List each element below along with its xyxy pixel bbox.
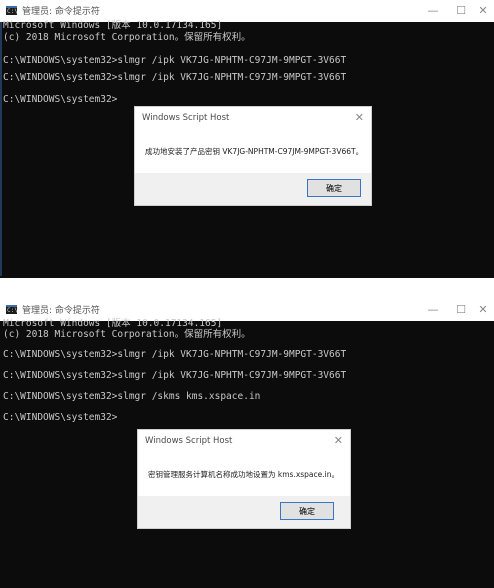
script-host-dialog: Windows Script Host ✕ 密钥管理服务计算机名称成功地设置为 … bbox=[137, 429, 351, 529]
console-prompt: C:\WINDOWS\system32> bbox=[3, 412, 118, 423]
ok-button[interactable]: 确定 bbox=[307, 179, 361, 197]
console-prompt: C:\WINDOWS\system32> bbox=[3, 94, 118, 105]
close-button[interactable]: ✕ bbox=[472, 301, 494, 319]
dialog-close-icon[interactable]: ✕ bbox=[355, 111, 364, 124]
console-line: C:\WINDOWS\system32>slmgr /ipk VK7JG-NPH… bbox=[3, 370, 347, 381]
dialog-message: 成功地安装了产品密钥 VK7JG-NPHTM-C97JM-9MPGT-3V66T… bbox=[145, 147, 364, 156]
script-host-dialog: Windows Script Host ✕ 成功地安装了产品密钥 VK7JG-N… bbox=[134, 106, 372, 206]
title-bar[interactable]: C:\ 管理员: 命令提示符 — ☐ ✕ bbox=[0, 0, 494, 22]
console-line: (c) 2018 Microsoft Corporation。保留所有权利。 bbox=[3, 329, 251, 340]
cmd-icon: C:\ bbox=[6, 6, 18, 15]
cmd-icon: C:\ bbox=[6, 305, 18, 314]
window-title: 管理员: 命令提示符 bbox=[22, 7, 100, 17]
dialog-footer: 确定 bbox=[138, 496, 350, 528]
console-line: (c) 2018 Microsoft Corporation。保留所有权利。 bbox=[3, 32, 251, 43]
window-edge bbox=[0, 22, 2, 276]
window-title: 管理员: 命令提示符 bbox=[22, 306, 100, 316]
close-button[interactable]: ✕ bbox=[472, 2, 494, 20]
cmd-window-2: C:\ 管理员: 命令提示符 — ☐ ✕ Microsoft Windows [… bbox=[0, 299, 494, 588]
console-line: Microsoft Windows [版本 10.0.17134.165] bbox=[3, 20, 223, 31]
ok-button[interactable]: 确定 bbox=[280, 502, 334, 520]
console-line: C:\WINDOWS\system32>slmgr /ipk VK7JG-NPH… bbox=[3, 72, 347, 83]
dialog-close-icon[interactable]: ✕ bbox=[334, 434, 343, 447]
console-line: C:\WINDOWS\system32>slmgr /ipk VK7JG-NPH… bbox=[3, 349, 347, 360]
minimize-button[interactable]: — bbox=[418, 301, 448, 319]
console-line: C:\WINDOWS\system32>slmgr /ipk VK7JG-NPH… bbox=[3, 55, 347, 66]
dialog-message: 密钥管理服务计算机名称成功地设置为 kms.xspace.in。 bbox=[148, 470, 339, 479]
console-line: C:\WINDOWS\system32>slmgr /skms kms.xspa… bbox=[3, 391, 261, 402]
dialog-title: Windows Script Host bbox=[145, 436, 233, 446]
dialog-footer: 确定 bbox=[135, 173, 371, 205]
cmd-window-1: C:\ 管理员: 命令提示符 — ☐ ✕ Microsoft Windows [… bbox=[0, 0, 494, 278]
dialog-title: Windows Script Host bbox=[142, 113, 230, 123]
minimize-button[interactable]: — bbox=[418, 2, 448, 20]
